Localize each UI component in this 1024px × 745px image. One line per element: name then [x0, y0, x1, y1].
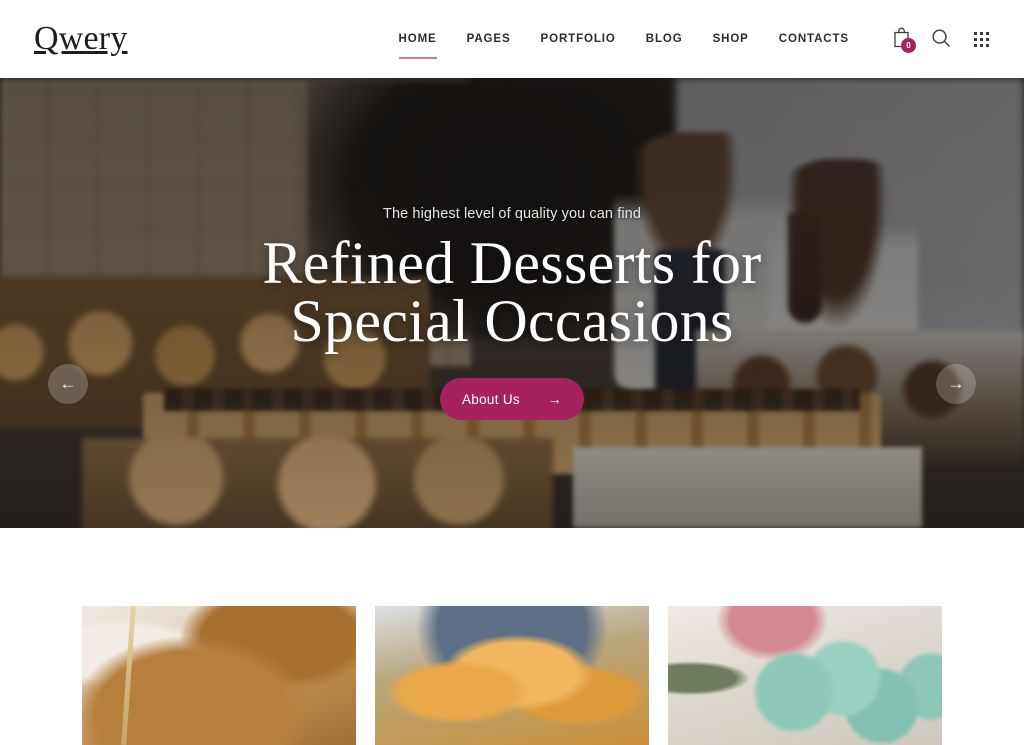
nav-item-blog[interactable]: BLOG [631, 26, 698, 52]
hero-content: The highest level of quality you can fin… [0, 78, 1024, 528]
site-logo[interactable]: Qwery [34, 19, 128, 59]
nav-item-shop[interactable]: SHOP [698, 26, 764, 52]
croissants-image [375, 606, 649, 745]
about-us-label: About Us [462, 391, 520, 407]
nav-item-portfolio[interactable]: PORTFOLIO [526, 26, 631, 52]
nav-item-contacts[interactable]: CONTACTS [764, 26, 864, 52]
about-us-button[interactable]: About Us → [440, 378, 584, 420]
slider-prev-button[interactable]: ← [48, 364, 88, 404]
header-icon-group: 0 [884, 22, 998, 56]
hero-subtitle: The highest level of quality you can fin… [382, 206, 641, 222]
main-navigation: HOME PAGES PORTFOLIO BLOG SHOP CONTACTS [384, 26, 864, 59]
cart-button[interactable]: 0 [884, 22, 918, 56]
search-icon [931, 28, 951, 51]
hero-slider: The highest level of quality you can fin… [0, 78, 1024, 528]
grid-menu-icon [973, 31, 989, 47]
macarons-image [668, 606, 942, 745]
slider-next-button[interactable]: → [936, 364, 976, 404]
site-header: Qwery HOME PAGES PORTFOLIO BLOG SHOP CON… [0, 0, 1024, 78]
gallery-card-macarons[interactable] [668, 606, 942, 745]
hero-title-line-1: Refined Desserts for [262, 230, 762, 296]
nav-item-home[interactable]: HOME [384, 26, 452, 59]
hero-title-line-2: Special Occasions [290, 288, 734, 354]
search-button[interactable] [924, 22, 958, 56]
header-nav-wrapper: HOME PAGES PORTFOLIO BLOG SHOP CONTACTS … [384, 0, 998, 78]
hero-title: Refined Desserts for Special Occasions [262, 233, 761, 351]
arrow-right-icon: → [547, 391, 562, 407]
gallery-section [0, 528, 1024, 745]
gallery-card-croissants[interactable] [375, 606, 649, 745]
gallery-card-sourdough-bread[interactable] [82, 606, 356, 745]
sourdough-bread-image [82, 606, 356, 745]
gallery-cards-row [82, 606, 942, 745]
nav-item-pages[interactable]: PAGES [452, 26, 526, 52]
grid-menu-button[interactable] [964, 22, 998, 56]
cart-count-badge: 0 [901, 38, 916, 53]
